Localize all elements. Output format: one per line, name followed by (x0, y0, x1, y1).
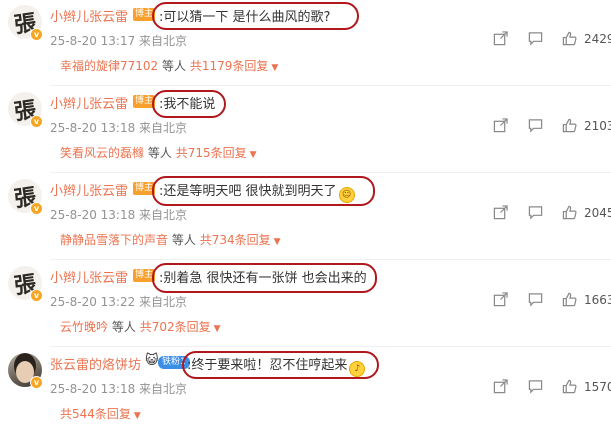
divider (50, 346, 611, 347)
comment-item: 張 v 小辫儿张云雷 博主 :别着急 很快还有一张饼 也会出来的 25-8-20… (0, 263, 611, 349)
reply-thread-link[interactable]: 静静品雪落下的声音 等人 共734条回复 ▼ (60, 231, 281, 248)
comment-icon[interactable] (528, 205, 543, 220)
share-icon[interactable] (493, 118, 508, 133)
divider (50, 172, 611, 173)
comment-text: :我不能说 (159, 97, 216, 112)
reply-count[interactable]: 共734条回复 (200, 233, 271, 247)
author-name[interactable]: 小辫儿张云雷 (50, 180, 128, 199)
comment-icon[interactable] (528, 292, 543, 307)
reply-count[interactable]: 共702条回复 (140, 320, 211, 334)
share-icon[interactable] (493, 31, 508, 46)
reply-thread-link[interactable]: 笑看风云的磊橼 等人 共715条回复 ▼ (60, 144, 257, 161)
verified-badge-icon: v (30, 115, 43, 128)
comment-item: 張 v 小辫儿张云雷 博主 :还是等明天吧 很快就到明天了 ☺ 25-8-20 1… (0, 176, 611, 262)
comment-actions: 2103 (490, 118, 611, 136)
comment-meta: 25-8-20 13:18 来自北京 (50, 382, 188, 396)
like-count: 2429 (584, 32, 611, 46)
comment-meta: 25-8-20 13:22 来自北京 (50, 295, 188, 309)
like-icon[interactable] (562, 379, 577, 394)
share-icon[interactable] (493, 292, 508, 307)
verified-badge-icon: v (30, 202, 43, 215)
verified-badge-icon: v (30, 376, 43, 389)
comment-meta: 25-8-20 13:18 来自北京 (50, 208, 188, 222)
comment-item: v 张云雷的烙饼坊 😺 铁粉1 :终于要来啦！忍不住哼起来 ♪ 25-8-20 1… (0, 350, 611, 436)
divider (50, 259, 611, 260)
reply-count[interactable]: 共544条回复 (60, 407, 131, 421)
caret-down-icon[interactable]: ▼ (134, 411, 141, 421)
caret-down-icon[interactable]: ▼ (250, 150, 257, 160)
comment-text: :别着急 很快还有一张饼 也会出来的 (159, 271, 367, 286)
reply-join: 等人 (147, 146, 172, 160)
reply-count[interactable]: 共715条回复 (176, 146, 247, 160)
reply-user[interactable]: 静静品雪落下的声音 (60, 233, 168, 247)
like-icon[interactable] (562, 118, 577, 133)
author-name[interactable]: 张云雷的烙饼坊 (50, 354, 141, 373)
comment-text-body: :还是等明天吧 很快就到明天了 (159, 184, 337, 199)
like-count: 2045 (584, 206, 611, 220)
comment-icon[interactable] (528, 118, 543, 133)
author-name[interactable]: 小辫儿张云雷 (50, 93, 128, 112)
verified-badge-icon: v (30, 289, 43, 302)
reply-user[interactable]: 笑看风云的磊橼 (60, 146, 144, 160)
reply-count[interactable]: 共1179条回复 (190, 59, 269, 73)
comment-actions: 1663 (490, 292, 611, 310)
reply-join: 等人 (171, 233, 196, 247)
comment-item: 張 v 小辫儿张云雷 博主 :可以猜一下 是什么曲风的歌? 25-8-20 13… (0, 2, 611, 88)
like-icon[interactable] (562, 31, 577, 46)
comment-actions: 1570 (490, 379, 611, 397)
comment-text: :可以猜一下 是什么曲风的歌? (159, 10, 331, 25)
comment-icon[interactable] (528, 31, 543, 46)
reply-thread-link[interactable]: 共544条回复 ▼ (60, 405, 141, 422)
reply-user[interactable]: 云竹晚吟 (60, 320, 108, 334)
reply-join: 等人 (162, 59, 187, 73)
fan-crown-icon: 😺 (145, 353, 159, 368)
comment-actions: 2429 (490, 31, 611, 49)
comment-text: :终于要来啦！忍不住哼起来 ♪ (187, 354, 366, 377)
like-icon[interactable] (562, 205, 577, 220)
comment-actions: 2045 (490, 205, 611, 223)
caret-down-icon[interactable]: ▼ (274, 237, 281, 247)
caret-down-icon[interactable]: ▼ (214, 324, 221, 334)
author-name[interactable]: 小辫儿张云雷 (50, 6, 128, 25)
author-name[interactable]: 小辫儿张云雷 (50, 267, 128, 286)
comment-item: 張 v 小辫儿张云雷 博主 :我不能说 25-8-20 13:18 来自北京 2… (0, 89, 611, 175)
comment-meta: 25-8-20 13:18 来自北京 (50, 121, 188, 135)
share-icon[interactable] (493, 205, 508, 220)
grin-emoji-icon: ☺ (338, 187, 355, 203)
caret-down-icon[interactable]: ▼ (271, 63, 278, 73)
comment-meta: 25-8-20 13:17 来自北京 (50, 34, 188, 48)
reply-thread-link[interactable]: 云竹晚吟 等人 共702条回复 ▼ (60, 318, 221, 335)
divider (50, 85, 611, 86)
reply-user[interactable]: 幸福的旋律77102 (60, 59, 158, 73)
comment-icon[interactable] (528, 379, 543, 394)
verified-badge-icon: v (30, 28, 43, 41)
share-icon[interactable] (493, 379, 508, 394)
sing-emoji-icon: ♪ (349, 361, 366, 377)
comment-text-body: :终于要来啦！忍不住哼起来 (187, 358, 348, 373)
like-count: 2103 (584, 119, 611, 133)
like-count: 1663 (584, 293, 611, 307)
like-icon[interactable] (562, 292, 577, 307)
reply-thread-link[interactable]: 幸福的旋律77102 等人 共1179条回复 ▼ (60, 57, 278, 74)
reply-join: 等人 (111, 320, 136, 334)
like-count: 1570 (584, 380, 611, 394)
comment-text: :还是等明天吧 很快就到明天了 ☺ (159, 180, 355, 203)
